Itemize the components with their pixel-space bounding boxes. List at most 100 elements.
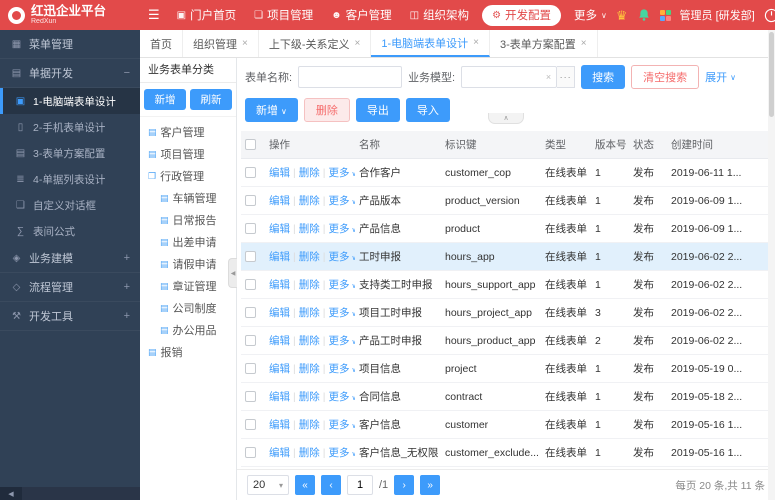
table-row[interactable]: 编辑|删除|更多∨合作客户customer_cop在线表单1发布2019-06-… (241, 158, 771, 187)
tree-item-company-policy[interactable]: ▤ 公司制度 (142, 297, 234, 319)
tab-pc-form-design[interactable]: 1-电脑端表单设计 × (371, 30, 490, 57)
sidebar-subitem-mobile-form-design[interactable]: ▯ 2-手机表单设计 (0, 114, 140, 140)
tree-item-vehicle-mgmt[interactable]: ▤ 车辆管理 (142, 187, 234, 209)
tree-item-seal-mgmt[interactable]: ▤ 章证管理 (142, 275, 234, 297)
edit-link[interactable]: 编辑 (269, 363, 290, 375)
edit-link[interactable]: 编辑 (269, 251, 290, 263)
nav-item-portal-home[interactable]: ▣ 门户首页 (168, 0, 245, 30)
row-checkbox[interactable] (245, 251, 256, 263)
row-checkbox[interactable] (245, 447, 256, 459)
tree-item-daily-report[interactable]: ▤ 日常报告 (142, 209, 234, 231)
table-row[interactable]: 编辑|删除|更多∨项目工时申报hours_project_app在线表单3发布2… (241, 298, 771, 327)
trophy-icon[interactable]: ♛ (616, 9, 628, 22)
more-link[interactable]: 更多 (328, 195, 349, 207)
category-add-button[interactable]: 新增 (144, 89, 186, 110)
tree-item-project-mgmt[interactable]: ▤ 项目管理 (142, 143, 234, 165)
sidebar-subitem-pc-form-design[interactable]: ▣ 1-电脑端表单设计 (0, 88, 140, 114)
apps-grid-icon[interactable] (659, 9, 671, 21)
table-row[interactable]: 编辑|删除|更多∨客户信息customer在线表单1发布2019-05-16 1… (241, 410, 771, 439)
more-link[interactable]: 更多 (328, 251, 349, 263)
delete-link[interactable]: 删除 (299, 419, 320, 431)
delete-button[interactable]: 删除 (303, 98, 350, 122)
table-row[interactable]: 编辑|删除|更多∨产品工时申报hours_product_app在线表单2发布2… (241, 326, 771, 355)
nav-item-project-mgmt[interactable]: ❏ 项目管理 (245, 0, 322, 30)
nav-item-org-structure[interactable]: ◫ 组织架构 (401, 0, 478, 30)
edit-link[interactable]: 编辑 (269, 391, 290, 403)
tab-org-mgmt[interactable]: 组织管理 × (183, 30, 259, 57)
hamburger-menu-icon[interactable]: ☰ (140, 7, 168, 23)
expand-toggle[interactable]: 展开 ∨ (705, 69, 736, 85)
delete-link[interactable]: 删除 (299, 223, 320, 235)
nav-item-customer-mgmt[interactable]: ☻ 客户管理 (322, 0, 401, 30)
table-row[interactable]: 编辑|删除|更多∨合同信息contract在线表单1发布2019-05-18 2… (241, 382, 771, 411)
next-page-button[interactable]: › (394, 475, 415, 495)
table-row[interactable]: 编辑|删除|更多∨产品版本product_version在线表单1发布2019-… (241, 186, 771, 215)
tree-item-customer-mgmt[interactable]: ▤ 客户管理 (142, 121, 234, 143)
tree-item-admin-mgmt[interactable]: ❒ 行政管理 (142, 165, 234, 187)
row-checkbox[interactable] (245, 391, 256, 403)
power-icon[interactable] (764, 8, 775, 23)
delete-link[interactable]: 删除 (299, 447, 320, 459)
tab-relation-def[interactable]: 上下级-关系定义 × (259, 30, 372, 57)
nav-item-more[interactable]: 更多 ∨ (565, 0, 616, 30)
row-checkbox[interactable] (245, 195, 256, 207)
sidebar-subitem-form-scheme-config[interactable]: ▤ 3-表单方案配置 (0, 140, 140, 166)
import-button[interactable]: 导入 (405, 98, 450, 122)
edit-link[interactable]: 编辑 (269, 167, 290, 179)
row-checkbox[interactable] (245, 307, 256, 319)
sidebar-item-process-mgmt[interactable]: ◇ 流程管理 + (0, 273, 140, 302)
edit-link[interactable]: 编辑 (269, 195, 290, 207)
tree-item-trip-request[interactable]: ▤ 出差申请 (142, 231, 234, 253)
category-refresh-button[interactable]: 刷新 (190, 89, 232, 110)
add-button[interactable]: 新增 ∨ (245, 98, 298, 122)
tree-item-office-supplies[interactable]: ▤ 办公用品 (142, 319, 234, 341)
tree-item-reimbursement[interactable]: ▤ 报销 (142, 341, 234, 363)
export-button[interactable]: 导出 (355, 98, 400, 122)
model-input[interactable] (461, 66, 558, 88)
delete-link[interactable]: 删除 (299, 251, 320, 263)
sidebar-item-doc-dev[interactable]: ▤ 单据开发 − (0, 59, 140, 88)
close-icon[interactable]: × (473, 37, 479, 48)
tree-item-leave-request[interactable]: ▤ 请假申请 (142, 253, 234, 275)
scrollbar-thumb[interactable] (769, 32, 774, 117)
row-checkbox[interactable] (245, 223, 256, 235)
table-row[interactable]: 编辑|删除|更多∨项目信息project在线表单1发布2019-05-19 0.… (241, 354, 771, 383)
close-icon[interactable]: × (355, 38, 361, 49)
more-link[interactable]: 更多 (328, 391, 349, 403)
sidebar-subitem-custom-dialog[interactable]: ❑ 自定义对话框 (0, 192, 140, 218)
user-menu[interactable]: 管理员 [研发部] (680, 7, 755, 23)
delete-link[interactable]: 删除 (299, 335, 320, 347)
search-button[interactable]: 搜索 (581, 65, 626, 89)
more-link[interactable]: 更多 (328, 447, 349, 459)
panel-collapse-button[interactable]: ◀ (228, 258, 237, 288)
tab-form-scheme-config[interactable]: 3-表单方案配置 × (490, 30, 598, 57)
delete-link[interactable]: 删除 (299, 363, 320, 375)
table-row[interactable]: 编辑|删除|更多∨产品信息product在线表单1发布2019-06-09 1.… (241, 214, 771, 243)
delete-link[interactable]: 删除 (299, 307, 320, 319)
row-checkbox[interactable] (245, 335, 256, 347)
edit-link[interactable]: 编辑 (269, 279, 290, 291)
table-row[interactable]: 编辑|删除|更多∨工时申报hours_app在线表单1发布2019-06-02 … (241, 242, 771, 271)
first-page-button[interactable]: « (295, 475, 315, 495)
sidebar-subitem-doc-list-design[interactable]: ≣ 4-单据列表设计 (0, 166, 140, 192)
more-link[interactable]: 更多 (328, 167, 349, 179)
tab-home[interactable]: 首页 (140, 30, 183, 57)
more-link[interactable]: 更多 (328, 223, 349, 235)
clear-x-icon[interactable]: × (546, 72, 551, 82)
vertical-scrollbar[interactable] (768, 30, 775, 500)
sidebar-item-dev-tools[interactable]: ⚒ 开发工具 + (0, 302, 140, 331)
delete-link[interactable]: 删除 (299, 391, 320, 403)
edit-link[interactable]: 编辑 (269, 447, 290, 459)
sidebar-collapse-button[interactable]: ◀ (0, 487, 22, 500)
delete-link[interactable]: 删除 (299, 195, 320, 207)
row-checkbox[interactable] (245, 167, 256, 179)
more-link[interactable]: 更多 (328, 419, 349, 431)
row-checkbox[interactable] (245, 279, 256, 291)
delete-link[interactable]: 删除 (299, 279, 320, 291)
edit-link[interactable]: 编辑 (269, 335, 290, 347)
sidebar-subitem-table-formula[interactable]: ∑ 表间公式 (0, 218, 140, 244)
form-name-input[interactable] (298, 66, 403, 88)
collapse-filter-button[interactable]: ∧ (488, 113, 524, 124)
row-checkbox[interactable] (245, 419, 256, 431)
row-checkbox[interactable] (245, 363, 256, 375)
